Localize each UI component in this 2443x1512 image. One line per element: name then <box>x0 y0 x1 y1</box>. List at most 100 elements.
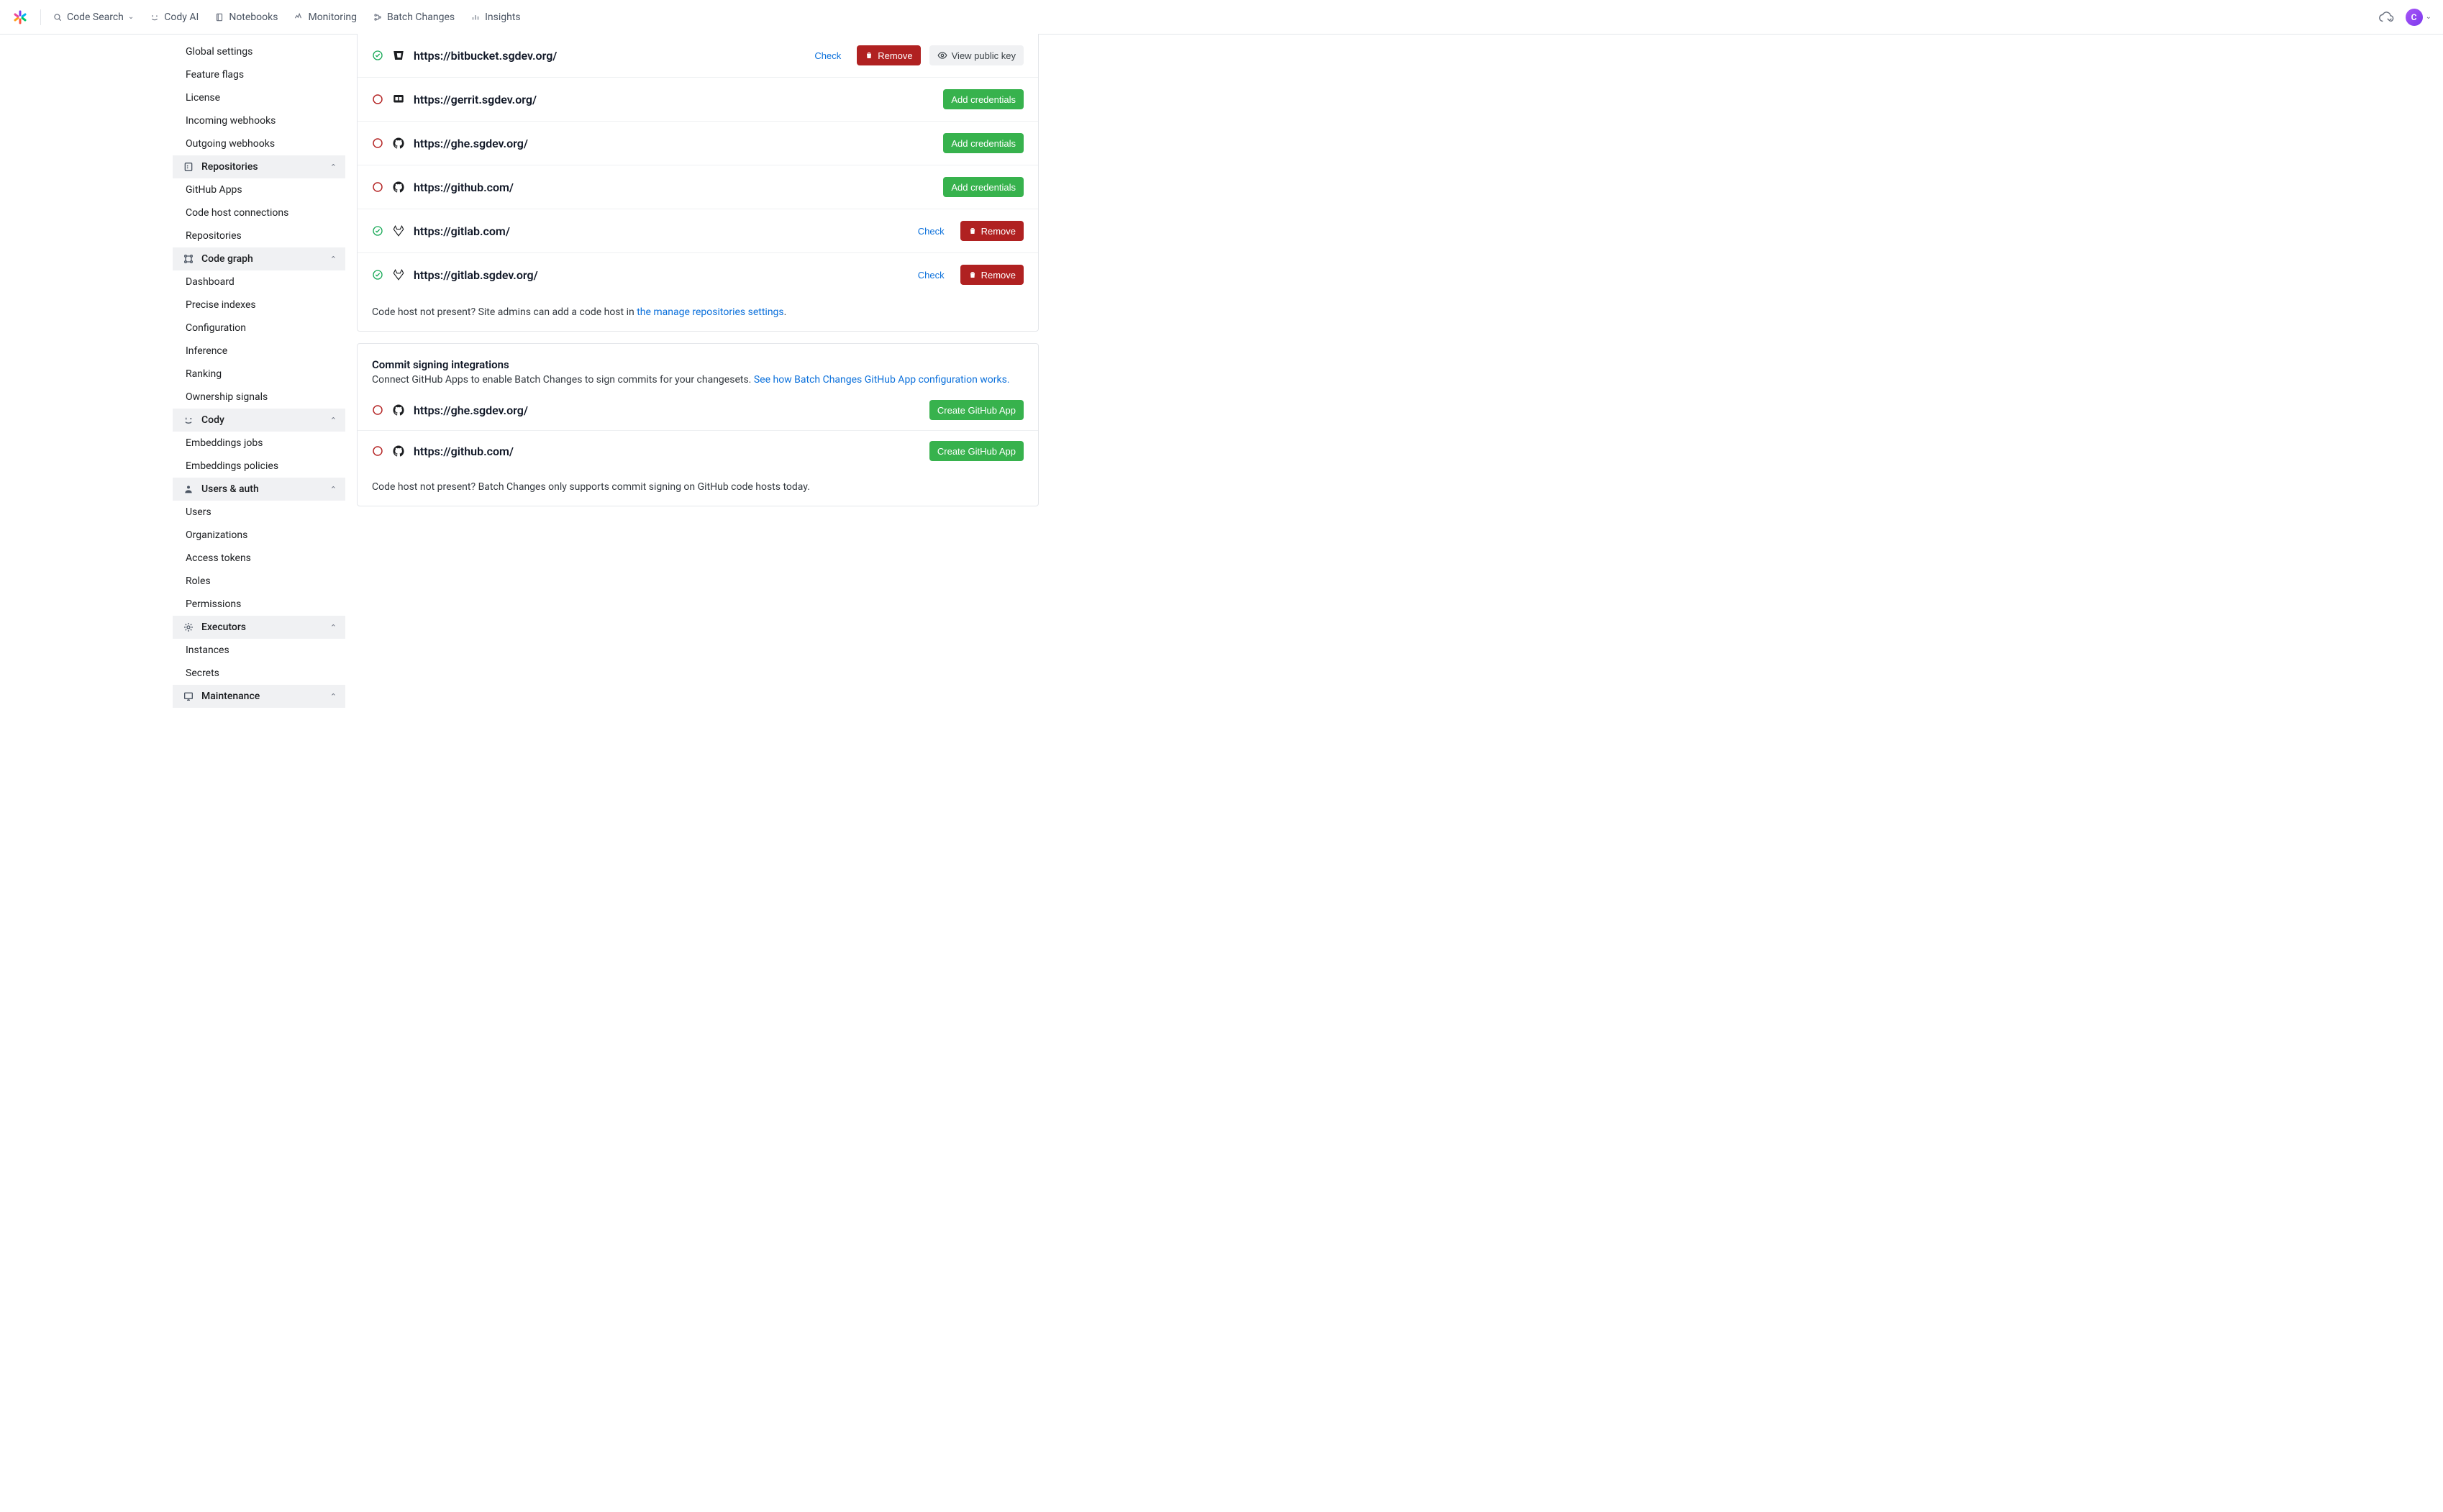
sidebar-item-instances[interactable]: Instances <box>173 639 345 662</box>
trash-icon <box>865 51 873 60</box>
status-ok-icon <box>372 269 383 281</box>
code-host-url: https://ghe.sgdev.org/ <box>414 137 528 150</box>
sidebar-item-feature-flags[interactable]: Feature flags <box>173 63 345 86</box>
cody-icon <box>183 414 194 426</box>
sidebar-group-maintenance[interactable]: Maintenance⌃ <box>173 685 345 708</box>
nav-insights[interactable]: Insights <box>470 12 521 23</box>
sidebar-item-global-settings[interactable]: Global settings <box>173 40 345 63</box>
maint-icon <box>183 691 194 702</box>
create-github-app-button[interactable]: Create GitHub App <box>929 441 1024 461</box>
signing-host-row: https://ghe.sgdev.org/Create GitHub App <box>358 390 1038 431</box>
nav-cody-ai[interactable]: Cody AI <box>150 12 199 23</box>
sidebar-item-embeddings-jobs[interactable]: Embeddings jobs <box>173 432 345 455</box>
gitlab-icon <box>392 224 405 237</box>
sidebar-item-permissions[interactable]: Permissions <box>173 593 345 616</box>
code-host-url: https://gitlab.com/ <box>414 224 510 238</box>
check-button[interactable]: Check <box>911 221 952 241</box>
chevron-up-icon: ⌃ <box>330 692 337 701</box>
sidebar-item-inference[interactable]: Inference <box>173 340 345 363</box>
repo-icon <box>183 161 194 173</box>
manage-repositories-link[interactable]: the manage repositories settings <box>637 306 783 318</box>
code-host-url: https://github.com/ <box>414 181 514 194</box>
insights-icon <box>470 12 481 22</box>
code-host-url: https://gitlab.sgdev.org/ <box>414 268 538 282</box>
status-missing-icon <box>372 181 383 193</box>
code-host-row: https://ghe.sgdev.org/Add credentials <box>358 122 1038 165</box>
logo[interactable] <box>12 9 29 26</box>
sidebar-group-users-auth[interactable]: Users & auth⌃ <box>173 478 345 501</box>
sidebar-item-dashboard[interactable]: Dashboard <box>173 270 345 293</box>
sidebar-item-license[interactable]: License <box>173 86 345 109</box>
github-icon <box>392 445 405 457</box>
sidebar-item-ownership-signals[interactable]: Ownership signals <box>173 386 345 409</box>
signing-host-list: https://ghe.sgdev.org/Create GitHub Apph… <box>358 390 1038 471</box>
bitbucket-icon <box>392 49 405 62</box>
code-host-row: https://gitlab.sgdev.org/Check Remove <box>358 253 1038 296</box>
sidebar-group-executors[interactable]: Executors⌃ <box>173 616 345 639</box>
sidebar-item-code-host-connections[interactable]: Code host connections <box>173 201 345 224</box>
sidebar-item-precise-indexes[interactable]: Precise indexes <box>173 293 345 316</box>
github-icon <box>392 181 405 193</box>
sidebar-item-github-apps[interactable]: GitHub Apps <box>173 178 345 201</box>
code-host-row: https://gitlab.com/Check Remove <box>358 209 1038 253</box>
sidebar-item-roles[interactable]: Roles <box>173 570 345 593</box>
cloud-sync-icon[interactable] <box>2378 9 2394 25</box>
chevron-up-icon: ⌃ <box>330 255 337 264</box>
sidebar-item-incoming-webhooks[interactable]: Incoming webhooks <box>173 109 345 132</box>
add-credentials-button[interactable]: Add credentials <box>943 133 1024 153</box>
nav-batch-changes[interactable]: Batch Changes <box>373 12 455 23</box>
remove-button[interactable]: Remove <box>960 265 1024 285</box>
code-host-row: https://github.com/Add credentials <box>358 165 1038 209</box>
nav-separator <box>40 9 41 25</box>
check-button[interactable]: Check <box>911 265 952 285</box>
signing-host-url: https://ghe.sgdev.org/ <box>414 404 528 417</box>
nav-notebooks[interactable]: Notebooks <box>214 12 278 23</box>
remove-button[interactable]: Remove <box>960 221 1024 241</box>
check-button[interactable]: Check <box>807 45 848 65</box>
sidebar-item-outgoing-webhooks[interactable]: Outgoing webhooks <box>173 132 345 155</box>
batch-icon <box>373 12 383 22</box>
commit-signing-doc-link[interactable]: See how Batch Changes GitHub App configu… <box>754 374 1010 386</box>
signing-host-url: https://github.com/ <box>414 445 514 458</box>
sidebar-item-repositories[interactable]: Repositories <box>173 224 345 247</box>
nav-items: Code Search⌄ Cody AI Notebooks Monitoring Ba… <box>53 12 521 23</box>
sidebar-item-embeddings-policies[interactable]: Embeddings policies <box>173 455 345 478</box>
graph-icon <box>183 253 194 265</box>
avatar: C <box>2406 9 2423 26</box>
code-host-row: https://gerrit.sgdev.org/Add credentials <box>358 78 1038 122</box>
users-icon <box>183 483 194 495</box>
code-hosts-card: https://bitbucket.sgdev.org/Check Remove V… <box>357 34 1039 332</box>
status-ok-icon <box>372 50 383 61</box>
create-github-app-button[interactable]: Create GitHub App <box>929 400 1024 420</box>
nav-code-search[interactable]: Code Search⌄ <box>53 12 134 23</box>
status-missing-icon <box>372 94 383 105</box>
remove-button[interactable]: Remove <box>857 45 920 65</box>
commit-signing-note: Code host not present? Batch Changes onl… <box>358 471 1038 506</box>
chevron-up-icon: ⌃ <box>330 485 337 494</box>
status-ok-icon <box>372 225 383 237</box>
sidebar-item-access-tokens[interactable]: Access tokens <box>173 547 345 570</box>
chevron-down-icon: ⌄ <box>128 13 134 21</box>
sidebar-item-organizations[interactable]: Organizations <box>173 524 345 547</box>
code-hosts-note: Code host not present? Site admins can a… <box>358 296 1038 331</box>
add-credentials-button[interactable]: Add credentials <box>943 89 1024 109</box>
sidebar-item-secrets[interactable]: Secrets <box>173 662 345 685</box>
gerrit-icon <box>392 93 405 106</box>
monitor-icon <box>294 12 304 22</box>
top-nav: Code Search⌄ Cody AI Notebooks Monitoring Ba… <box>0 0 2443 35</box>
sidebar-item-users[interactable]: Users <box>173 501 345 524</box>
code-host-list: https://bitbucket.sgdev.org/Check Remove V… <box>358 34 1038 296</box>
sidebar-item-ranking[interactable]: Ranking <box>173 363 345 386</box>
sidebar-group-cody[interactable]: Cody⌃ <box>173 409 345 432</box>
status-missing-icon <box>372 137 383 149</box>
code-host-url: https://bitbucket.sgdev.org/ <box>414 49 557 63</box>
main-content: https://bitbucket.sgdev.org/Check Remove V… <box>345 35 1050 708</box>
sidebar-item-configuration[interactable]: Configuration <box>173 316 345 340</box>
sidebar-group-code-graph[interactable]: Code graph⌃ <box>173 247 345 270</box>
sidebar-group-repositories[interactable]: Repositories⌃ <box>173 155 345 178</box>
view-public-key-button[interactable]: View public key <box>929 45 1024 65</box>
nav-monitoring[interactable]: Monitoring <box>294 12 357 23</box>
eye-icon <box>937 50 947 60</box>
add-credentials-button[interactable]: Add credentials <box>943 177 1024 197</box>
user-menu[interactable]: C ⌄ <box>2406 9 2431 26</box>
